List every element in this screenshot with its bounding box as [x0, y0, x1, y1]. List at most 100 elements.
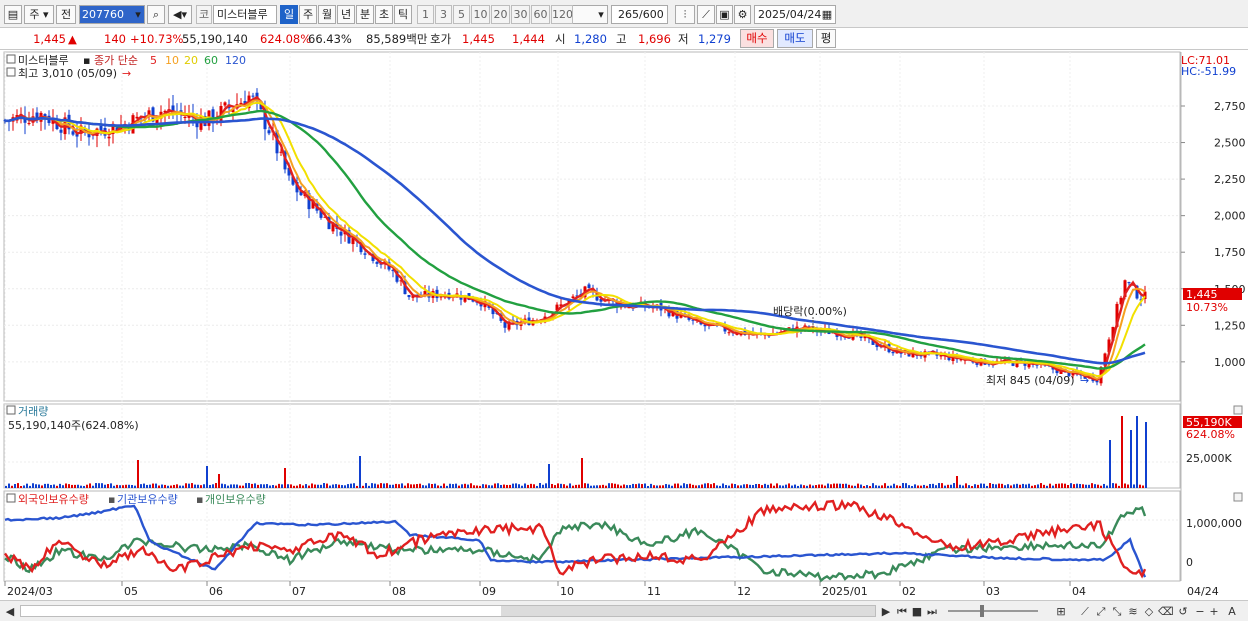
- scroll-thumb[interactable]: [501, 606, 875, 616]
- volume-bar: [1115, 483, 1117, 488]
- chart-type-icon[interactable]: ⫶: [675, 5, 695, 24]
- volume-bar: [554, 485, 556, 488]
- evaluate-button[interactable]: 평: [816, 29, 836, 48]
- volume-bar: [1097, 484, 1099, 488]
- period-tab-0[interactable]: 일: [280, 5, 298, 24]
- auto-scale-icon[interactable]: A: [1224, 604, 1240, 619]
- period-tab-6[interactable]: 틱: [394, 5, 412, 24]
- volume-bar: [41, 485, 43, 488]
- volume-bar: [995, 484, 997, 488]
- volume-bar: [1013, 484, 1015, 488]
- volume-pane[interactable]: [3, 403, 1181, 489]
- volume-bar: [605, 485, 607, 488]
- trend-tool-icon[interactable]: ⤢: [1094, 604, 1108, 619]
- crosshair-icon[interactable]: ⊞: [1054, 604, 1068, 619]
- buy-button[interactable]: 매수: [740, 29, 774, 48]
- volume-bar: [821, 484, 823, 488]
- zoom-in-icon[interactable]: +: [1208, 604, 1220, 619]
- stock-chart[interactable]: 미스터블루 ▪ 종가 단순 5 10 20 60 120 최고 3,010 (0…: [0, 50, 1248, 600]
- interval-tab-120[interactable]: 120: [551, 5, 573, 24]
- stop-icon[interactable]: ■: [910, 604, 924, 619]
- volume-bar: [167, 485, 169, 488]
- period-tab-4[interactable]: 분: [356, 5, 374, 24]
- volume-bar: [1010, 485, 1012, 488]
- fib-tool-icon[interactable]: ≋: [1126, 604, 1140, 619]
- window-menu-icon[interactable]: ▤: [4, 5, 22, 24]
- interval-tab-3[interactable]: 3: [435, 5, 452, 24]
- bar-count-field[interactable]: 265/600: [611, 5, 668, 24]
- volume-bar: [926, 485, 928, 488]
- volume-bar: [1139, 484, 1141, 488]
- first-icon[interactable]: ⏮: [895, 604, 909, 619]
- volume-bar: [104, 484, 106, 488]
- volume-bar: [623, 484, 625, 488]
- sell-button[interactable]: 매도: [777, 29, 813, 48]
- scroll-track[interactable]: [20, 605, 876, 617]
- search-icon[interactable]: ⌕: [147, 5, 165, 24]
- interval-tab-10[interactable]: 10: [471, 5, 490, 24]
- x-axis-label: 10: [560, 585, 574, 598]
- scroll-left-icon[interactable]: ◀: [4, 604, 16, 619]
- volume-bar: [140, 484, 142, 488]
- volume-bar: [257, 484, 259, 488]
- volume-percent: 624.08%: [260, 32, 312, 46]
- period-tab-5[interactable]: 초: [375, 5, 393, 24]
- volume-bar: [989, 483, 991, 488]
- line-tool-icon[interactable]: ⟋: [1078, 604, 1092, 619]
- volume-bar: [215, 483, 217, 488]
- volume-bar: [911, 485, 913, 488]
- save-icon[interactable]: ▣: [716, 5, 733, 24]
- volume-bar: [518, 484, 520, 488]
- volume-bar: [335, 484, 337, 488]
- volume-bar: [197, 484, 199, 488]
- volume-bar: [590, 485, 592, 488]
- scroll-right-icon[interactable]: ▶: [880, 604, 892, 619]
- interval-tab-60[interactable]: 60: [531, 5, 550, 24]
- shape-tool-icon[interactable]: ◇: [1142, 604, 1156, 619]
- interval-tab-1[interactable]: 1: [417, 5, 434, 24]
- draw-tool-icon[interactable]: ⟋: [697, 5, 715, 24]
- zoom-out-icon[interactable]: −: [1194, 604, 1206, 619]
- volume-bar: [1004, 485, 1006, 488]
- volume-bar: [665, 484, 667, 488]
- volume-bar: [653, 485, 655, 488]
- interval-tab-30[interactable]: 30: [511, 5, 530, 24]
- reset-icon[interactable]: ↺: [1176, 604, 1190, 619]
- period-tab-3[interactable]: 년: [337, 5, 355, 24]
- eraser-tool-icon[interactable]: ⌫: [1158, 604, 1174, 619]
- stock-name-field[interactable]: 미스터블루: [213, 5, 277, 24]
- volume-bar: [236, 484, 238, 488]
- holdings-pane-close-icon[interactable]: [1233, 492, 1243, 502]
- interval-tab-5[interactable]: 5: [453, 5, 470, 24]
- speaker-icon[interactable]: ◀▾: [168, 5, 192, 24]
- volume-bar: [629, 485, 631, 488]
- price-y-tick: 1,250: [1214, 319, 1246, 332]
- volume-bar: [710, 484, 712, 488]
- last-icon[interactable]: ⏭: [925, 604, 939, 619]
- volume-bar: [92, 485, 94, 488]
- zoom-slider[interactable]: [948, 605, 1038, 617]
- period-select[interactable]: 주 ▾: [24, 5, 54, 24]
- prev-button[interactable]: 전: [56, 5, 76, 24]
- volume-bar: [824, 485, 826, 488]
- ray-tool-icon[interactable]: ⤡: [1110, 604, 1124, 619]
- calendar-icon[interactable]: ▦: [820, 6, 834, 25]
- volume-pane-close-icon[interactable]: [1233, 405, 1243, 415]
- volume-bar: [890, 485, 892, 488]
- volume-bar: [122, 485, 124, 488]
- code-dropdown-icon[interactable]: ▾: [131, 6, 145, 25]
- gear-icon[interactable]: ⚙: [734, 5, 751, 24]
- volume-bar: [131, 485, 133, 488]
- interval-dropdown-icon[interactable]: ▾: [595, 6, 607, 25]
- volume-bar: [62, 485, 64, 488]
- holdings-pane[interactable]: [3, 490, 1181, 582]
- market-prefix: 코: [196, 5, 212, 24]
- volume-bar: [20, 485, 22, 488]
- hc-indicator: HC:-51.99: [1181, 65, 1236, 78]
- interval-tab-20[interactable]: 20: [491, 5, 510, 24]
- volume-bar: [548, 464, 550, 488]
- volume-bar: [212, 484, 214, 488]
- period-tab-1[interactable]: 주: [299, 5, 317, 24]
- period-tab-2[interactable]: 월: [318, 5, 336, 24]
- zoom-slider-handle[interactable]: [980, 605, 984, 617]
